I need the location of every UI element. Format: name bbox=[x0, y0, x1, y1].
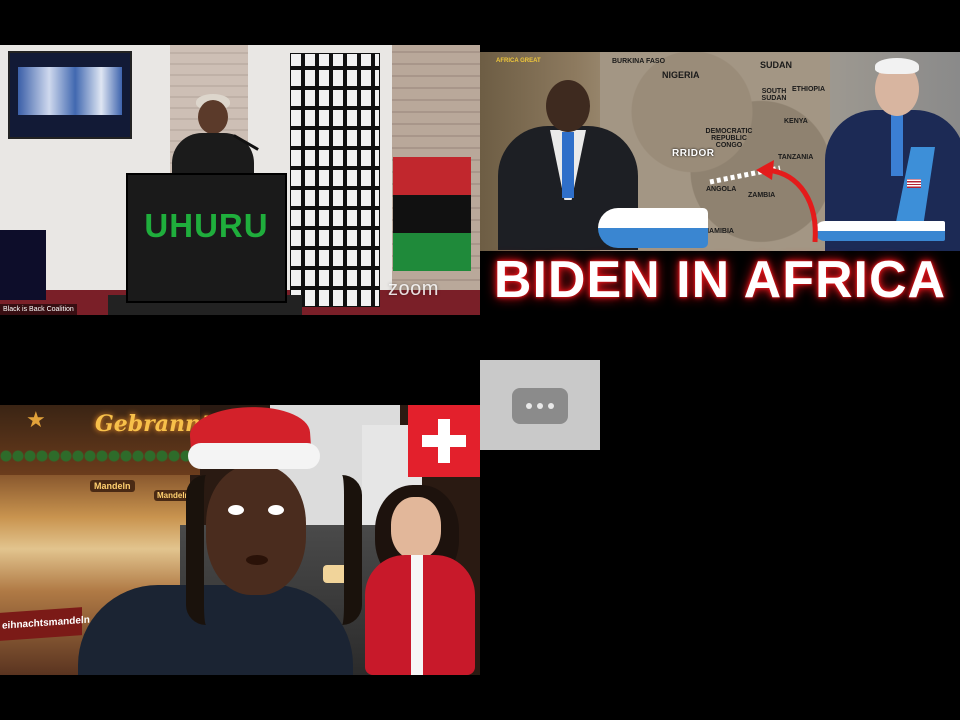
participant-name-label: Black is Back Coalition bbox=[0, 304, 77, 315]
video-thumbnail-loading[interactable] bbox=[480, 360, 600, 450]
switzerland-flag-icon bbox=[408, 405, 480, 477]
speaker-head bbox=[198, 100, 228, 134]
person-santa-dress bbox=[323, 485, 480, 675]
mudcloth-tapestry bbox=[290, 53, 380, 307]
star-icon: ★ bbox=[26, 407, 46, 432]
pan-african-flag bbox=[393, 157, 471, 271]
more-horizontal-icon bbox=[537, 403, 543, 409]
counter-sign: eihnachtsmandeln bbox=[0, 607, 90, 641]
podium: UHURU bbox=[126, 173, 287, 303]
video-thumbnail-biden-in-africa[interactable]: BURKINA FASO NIGERIA SUDAN SOUTH SUDAN E… bbox=[480, 52, 960, 315]
video-thumbnail-christmas-market[interactable]: ★ Gebrannte Mandeln Mandeln eihnachtsman… bbox=[0, 405, 480, 675]
more-horizontal-icon bbox=[548, 403, 554, 409]
video-thumbnail-uhuru-speaker[interactable]: UHURU zoom Black is Back Coalition bbox=[0, 45, 480, 315]
zoom-watermark: zoom bbox=[388, 278, 439, 300]
wall-tv bbox=[8, 51, 132, 139]
podium-label: UHURU bbox=[144, 207, 269, 244]
red-curved-arrow-icon bbox=[709, 160, 818, 243]
thumbnail-headline: BIDEN IN AFRICA bbox=[493, 251, 947, 309]
vlogger bbox=[78, 405, 362, 675]
more-horizontal-icon bbox=[526, 403, 532, 409]
speaker-box bbox=[0, 230, 46, 300]
more-options-button[interactable] bbox=[512, 388, 568, 424]
